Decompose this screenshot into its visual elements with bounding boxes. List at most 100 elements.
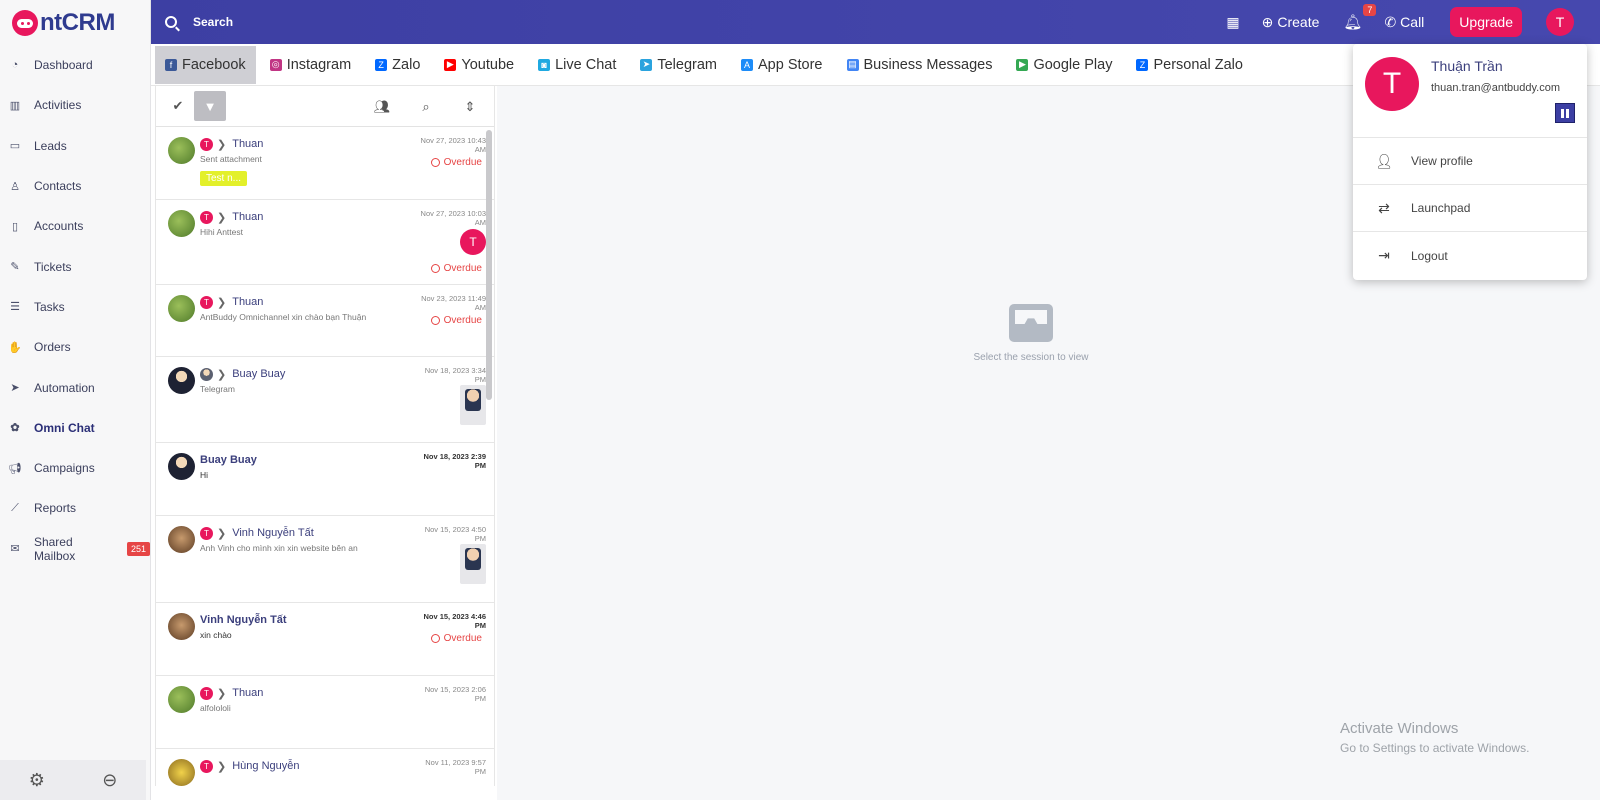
conversation-tag[interactable]: Test n... xyxy=(200,171,248,186)
sidebar-item-label: Omni Chat xyxy=(34,420,95,435)
sidebar-item-accounts[interactable]: ▯ Accounts xyxy=(0,206,150,246)
profile-avatar: T xyxy=(1365,57,1419,111)
conversation-item[interactable]: T ❯ Thuan Hihi Anttest Nov 27, 2023 10:03 AM T… xyxy=(156,200,494,285)
sidebar-nav: ◔ Dashboard ▥ Activities ▭ Leads ♙ Contacts ▯ Acc… xyxy=(0,45,150,569)
conversation-item[interactable]: T ❯ Vinh Nguyễn Tất Anh Vinh cho mình xin x… xyxy=(156,516,494,603)
tab-facebook[interactable]: f Facebook xyxy=(155,45,256,84)
tab-telegram[interactable]: ➤ Telegram xyxy=(630,46,727,84)
conversation-list: T ❯ Thuan Sent attachment Nov 27, 2023 10:43… xyxy=(156,127,494,786)
user-avatar-button[interactable]: T xyxy=(1546,8,1574,36)
tab-label: Telegram xyxy=(657,56,717,73)
tab-label: Live Chat xyxy=(555,56,617,73)
search-label: Search xyxy=(193,15,234,29)
conversation-item[interactable]: T ❯ Hùng Nguyễn Nov 11, 2023 9:57 PM xyxy=(156,749,494,786)
message-time-period: AM xyxy=(474,218,486,227)
message-time-period: PM xyxy=(474,534,486,543)
sidebar-item-contacts[interactable]: ♙ Contacts xyxy=(0,166,150,206)
tab-business-messages[interactable]: ▤ Business Messages xyxy=(837,46,1003,84)
chevron-right-icon: ❯ xyxy=(217,760,227,773)
assignee-avatar: T xyxy=(460,229,486,255)
sidebar-item-omni-chat[interactable]: ✿ Omni Chat xyxy=(0,408,150,448)
tab-label: App Store xyxy=(758,56,823,73)
conversation-item[interactable]: Buay Buay Hi Nov 18, 2023 2:39 PM xyxy=(156,443,494,516)
tab-google-play[interactable]: ▶ Google Play xyxy=(1006,46,1122,84)
logo[interactable]: ntCRM xyxy=(0,0,150,45)
last-message: alfolololi xyxy=(200,703,231,713)
sidebar-item-campaigns[interactable]: 📢︎ Campaigns xyxy=(0,448,150,488)
sidebar-item-reports[interactable]: ⟋ Reports xyxy=(0,488,150,528)
search-list-icon[interactable]: ⌕ xyxy=(410,92,442,122)
message-time: Nov 18, 2023 2:39 PM xyxy=(406,452,486,470)
agent-badge: T xyxy=(200,686,213,700)
tab-label: Facebook xyxy=(182,56,246,73)
mailbox-count-badge: 251 xyxy=(126,541,150,556)
message-time-period: PM xyxy=(474,375,486,384)
sidebar-item-automation[interactable]: ➤ Automation xyxy=(0,367,150,407)
select-all-check-icon[interactable]: ✔ xyxy=(162,91,194,121)
collapse-sidebar-icon[interactable]: ⊖ xyxy=(102,770,117,791)
conversation-item[interactable]: T ❯ Thuan alfolololi Nov 15, 2023 2:06 PM xyxy=(156,676,494,749)
attachment-thumbnail[interactable] xyxy=(460,385,486,425)
conversation-item[interactable]: Vinh Nguyễn Tất xin chào Nov 15, 2023 4:46… xyxy=(156,603,494,676)
last-message: AntBuddy Omnichannel xin chào bạn Thuận xyxy=(200,312,367,322)
swap-icon: ⇄ xyxy=(1378,199,1390,216)
bar-chart-icon: ▥ xyxy=(9,99,21,112)
filter-icon[interactable]: ▼ xyxy=(194,91,226,121)
attachment-thumbnail[interactable] xyxy=(460,544,486,584)
create-button[interactable]: ⊕ Create xyxy=(1262,14,1320,31)
plus-circle-icon: ⊕ xyxy=(1261,13,1274,30)
overdue-label: Overdue xyxy=(443,315,482,326)
tab-app-store[interactable]: A App Store xyxy=(731,46,833,84)
sidebar-item-orders[interactable]: ✋ Orders xyxy=(0,327,150,367)
search-box[interactable]: Search xyxy=(165,15,233,29)
conversation-item[interactable]: T ❯ Thuan AntBuddy Omnichannel xin chào bạn… xyxy=(156,285,494,357)
conversation-item[interactable]: T ❯ Thuan Sent attachment Nov 27, 2023 10:43… xyxy=(156,127,494,200)
calendar-icon[interactable]: ▦ xyxy=(1226,14,1239,31)
sidebar-footer: ⚙ ⊖ xyxy=(0,760,146,800)
contact-avatar xyxy=(168,295,195,322)
list-toolbar: ✔ ▼ 👥︎ ⌕ ⇕ xyxy=(156,86,494,127)
tab-personal-zalo[interactable]: Z Personal Zalo xyxy=(1126,46,1252,84)
tab-zalo[interactable]: Z Zalo xyxy=(365,46,430,84)
megaphone-icon: 📢︎ xyxy=(8,462,22,475)
contact-avatar xyxy=(168,210,195,237)
gear-icon[interactable]: ⚙ xyxy=(29,770,45,791)
tab-live-chat[interactable]: ◙ Live Chat xyxy=(528,46,626,84)
sidebar-item-leads[interactable]: ▭ Leads xyxy=(0,126,150,166)
clock-icon xyxy=(430,316,440,325)
logo-text: ntCRM xyxy=(40,8,115,36)
sidebar-item-shared-mailbox[interactable]: ✉ Shared Mailbox 251 xyxy=(0,529,150,569)
zalo-icon: Z xyxy=(375,58,388,71)
tasks-icon: ☰ xyxy=(10,301,20,314)
agent-badge xyxy=(200,367,213,381)
upgrade-button[interactable]: Upgrade xyxy=(1450,7,1522,37)
notifications-button[interactable]: 🔔︎ 7 xyxy=(1343,4,1377,31)
profile-menu-view-profile[interactable]: 👤︎ View profile xyxy=(1353,138,1587,185)
sidebar-item-dashboard[interactable]: ◔ Dashboard xyxy=(0,45,150,85)
overdue-label: Overdue xyxy=(443,263,482,274)
tab-instagram[interactable]: ◎ Instagram xyxy=(260,46,361,84)
sidebar-item-tickets[interactable]: ✎ Tickets xyxy=(0,246,150,286)
sidebar-item-label: Leads xyxy=(34,138,67,153)
pause-icon[interactable] xyxy=(1555,103,1575,123)
message-time: Nov 15, 2023 4:50 PM xyxy=(406,525,486,543)
logout-icon: ⇥ xyxy=(1378,247,1390,263)
message-time-period: PM xyxy=(474,621,486,630)
profile-menu-logout[interactable]: ⇥ Logout xyxy=(1353,232,1587,279)
profile-menu-launchpad[interactable]: ⇄ Launchpad xyxy=(1353,185,1587,232)
dashboard-icon: ◔ xyxy=(11,59,19,72)
windows-activation-watermark: Activate Windows Go to Settings to activ… xyxy=(1340,720,1529,755)
message-time-period: PM xyxy=(474,461,486,470)
group-users-icon[interactable]: 👥︎ xyxy=(366,92,398,122)
call-button[interactable]: ✆ Call xyxy=(1384,14,1424,31)
conversation-item[interactable]: ❯ Buay Buay Telegram Nov 18, 2023 3:34 PM xyxy=(156,357,494,443)
last-message: Telegram xyxy=(200,384,235,394)
bell-icon: 🔔︎ xyxy=(1343,14,1363,31)
tab-youtube[interactable]: ▶ Youtube xyxy=(434,46,524,84)
message-time-period: AM xyxy=(474,145,486,154)
contact-avatar xyxy=(168,137,195,164)
list-scrollbar[interactable] xyxy=(486,130,492,400)
sidebar-item-tasks[interactable]: ☰ Tasks xyxy=(0,287,150,327)
sort-icon[interactable]: ⇕ xyxy=(454,92,486,122)
sidebar-item-activities[interactable]: ▥ Activities xyxy=(0,85,150,125)
